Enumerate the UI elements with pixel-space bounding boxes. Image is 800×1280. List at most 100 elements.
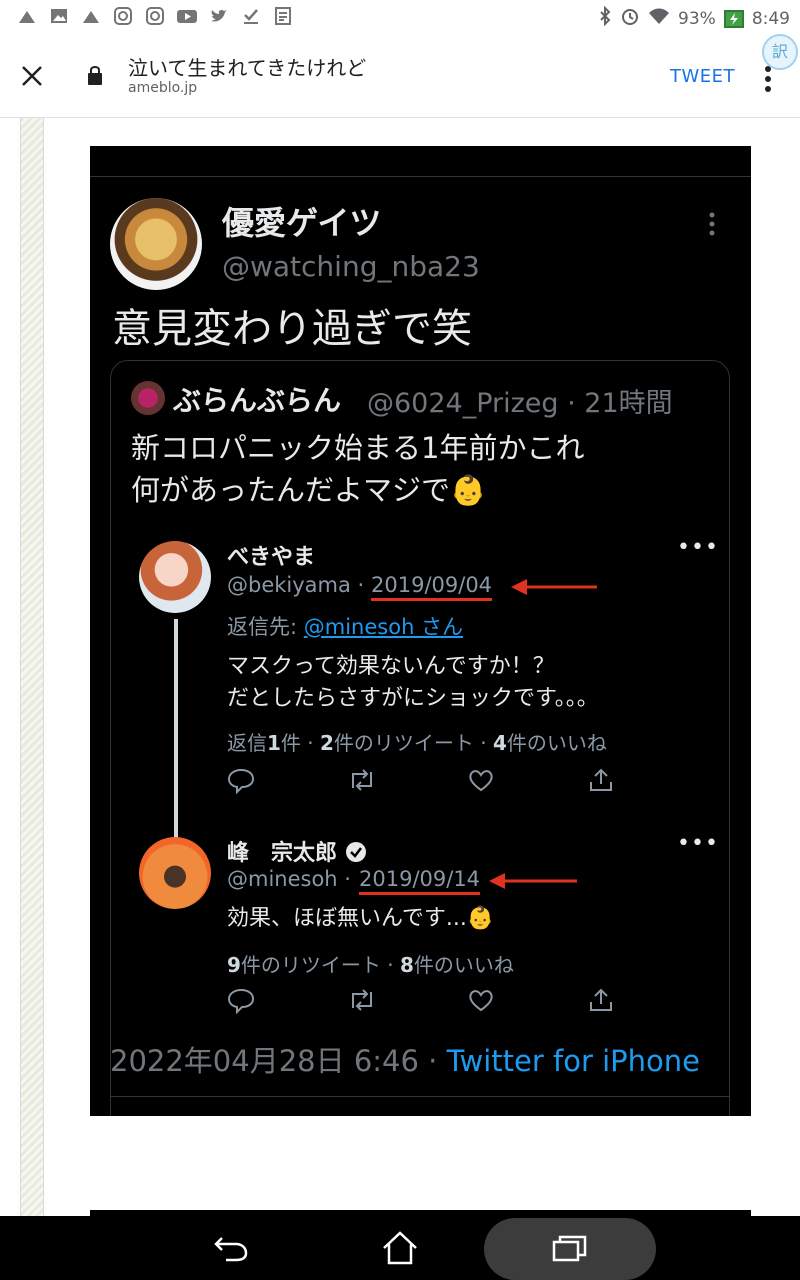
custom-tab-toolbar: 泣いて生まれてきたけれど ameblo.jp TWEET 訳 bbox=[0, 34, 800, 118]
quoted-text: 新コロパニック始まる1年前かこれ 何があったんだよマジで👶 bbox=[131, 427, 584, 511]
system-navigation-bar bbox=[0, 1216, 800, 1280]
page-border-decoration bbox=[20, 118, 44, 1216]
share-button[interactable] bbox=[587, 765, 707, 795]
reply-author-name-text: 峰 宗太郎 bbox=[227, 841, 338, 866]
status-bar: 93% 8:49 bbox=[0, 0, 800, 34]
image-icon bbox=[48, 6, 70, 26]
reply-author-name: べきやま bbox=[227, 545, 316, 570]
reply-icon bbox=[227, 768, 255, 794]
reply-to-label: 返信先: bbox=[227, 615, 304, 639]
quoted-tweet: ぶらんぶらん @6024_Prizeg · 21時間 新コロパニック始まる1年前… bbox=[110, 360, 730, 1116]
retweet-button[interactable] bbox=[347, 765, 467, 795]
reply-to-line: 返信先: @minesoh さん bbox=[227, 611, 463, 641]
verified-badge-icon bbox=[345, 842, 366, 862]
quoted-text-line: 新コロパニック始まる1年前かこれ bbox=[131, 431, 585, 465]
retweet-count: 9 bbox=[227, 953, 241, 977]
like-button[interactable] bbox=[467, 765, 587, 795]
stat-label: 返信 bbox=[227, 731, 267, 755]
alarm-icon bbox=[620, 6, 640, 31]
more-icon: ••• bbox=[677, 831, 719, 856]
back-button[interactable] bbox=[212, 1232, 250, 1264]
reply-stats: 返信1件 · 2件のリツイート · 4件のいいね bbox=[227, 727, 607, 756]
annotation-arrow-icon bbox=[511, 579, 597, 595]
reply-to-link: @minesoh さん bbox=[303, 615, 464, 639]
close-button[interactable] bbox=[18, 62, 46, 90]
annotation-arrow-icon bbox=[489, 873, 577, 889]
retweet-icon bbox=[352, 989, 372, 1011]
reply-button[interactable] bbox=[227, 985, 347, 1015]
like-button[interactable] bbox=[467, 985, 587, 1015]
youtube-icon bbox=[176, 6, 198, 26]
author-name: 優愛ゲイツ bbox=[222, 204, 382, 242]
tweet-timestamp: 2022年04月28日 6:46 · Twitter for iPhone bbox=[110, 1038, 700, 1080]
bluetooth-icon bbox=[598, 5, 612, 31]
tweet-source: Twitter for iPhone bbox=[446, 1044, 701, 1078]
quoted-meta: @6024_Prizeg · 21時間 bbox=[367, 388, 673, 419]
reply-actions bbox=[227, 765, 707, 795]
author-avatar bbox=[110, 198, 202, 290]
close-icon bbox=[22, 66, 42, 86]
reply-text-line: マスクって効果ないんですか！？ bbox=[227, 654, 555, 679]
reply-count: 1 bbox=[267, 731, 281, 755]
notification-icon bbox=[16, 6, 38, 26]
reply-text: 効果、ほぼ無いんです...👶 bbox=[227, 906, 495, 931]
instagram-icon bbox=[144, 6, 166, 26]
tweet-text: 意見変わり過ぎで笑 bbox=[112, 306, 472, 352]
article-icon bbox=[272, 6, 294, 26]
reply-icon bbox=[227, 988, 255, 1014]
notification-icons bbox=[16, 6, 294, 26]
share-icon bbox=[590, 988, 612, 1011]
system-indicators: 93% 8:49 bbox=[598, 5, 790, 31]
reply-actions bbox=[227, 985, 707, 1015]
share-button[interactable] bbox=[587, 985, 707, 1015]
battery-percent: 93% bbox=[678, 8, 716, 29]
recents-button[interactable] bbox=[552, 1234, 588, 1262]
reply-text-line: だとしたらさすがにショックです。。。 bbox=[227, 686, 599, 711]
translate-icon[interactable]: 訳 bbox=[762, 34, 798, 70]
thread-connector bbox=[174, 619, 178, 841]
reply-button[interactable] bbox=[227, 765, 347, 795]
home-button[interactable] bbox=[380, 1228, 420, 1268]
reply-author-name: 峰 宗太郎 bbox=[227, 835, 367, 867]
reply-date: 2019/09/14 bbox=[359, 867, 481, 895]
notification-icon bbox=[80, 6, 102, 26]
retweet-count: 2 bbox=[320, 731, 334, 755]
stat-label: 件のいいね bbox=[506, 731, 607, 755]
quoted-text-line: 何があったんだよマジで👶 bbox=[131, 473, 487, 507]
more-icon: ••• bbox=[677, 535, 719, 560]
reply-author-handle: @minesoh · bbox=[227, 867, 351, 891]
clock: 8:49 bbox=[751, 8, 790, 29]
lock-icon bbox=[86, 64, 104, 86]
tweet-screenshot-image[interactable]: 優愛ゲイツ @watching_nba23 意見変わり過ぎで笑 ぶらんぶらん @… bbox=[90, 146, 751, 1116]
reply-stats: 9件のリツイート · 8件のいいね bbox=[227, 949, 514, 978]
download-icon bbox=[240, 6, 262, 26]
divider bbox=[90, 176, 751, 177]
wifi-icon bbox=[648, 7, 670, 30]
quoted-name: ぶらんぶらん bbox=[173, 384, 342, 417]
like-count: 8 bbox=[400, 953, 414, 977]
heart-icon bbox=[469, 990, 493, 1012]
share-icon bbox=[590, 768, 612, 791]
stat-label: 件のいいね bbox=[413, 953, 514, 977]
stat-label: 件 · bbox=[280, 731, 314, 755]
retweet-button[interactable] bbox=[347, 985, 467, 1015]
page-domain: ameblo.jp bbox=[128, 80, 198, 96]
instagram-icon bbox=[112, 6, 134, 26]
more-vert-icon bbox=[709, 212, 715, 236]
timestamp-text: 2022年04月28日 6:46 · bbox=[110, 1044, 438, 1078]
page-title: 泣いて生まれてきたけれど bbox=[128, 56, 367, 80]
reply-text: マスクって効果ないんですか！？ だとしたらさすがにショックです。。。 bbox=[227, 651, 599, 715]
divider bbox=[110, 1096, 730, 1097]
battery-icon bbox=[723, 9, 744, 28]
heart-icon bbox=[469, 770, 493, 792]
author-handle: @watching_nba23 bbox=[222, 250, 480, 283]
reply-author-handle: @bekiyama · bbox=[227, 573, 365, 597]
quoted-avatar bbox=[131, 381, 165, 415]
home-icon bbox=[383, 1231, 417, 1265]
tweet-button[interactable]: TWEET bbox=[670, 66, 735, 87]
recents-icon bbox=[552, 1235, 587, 1262]
like-count: 4 bbox=[493, 731, 507, 755]
reply-avatar bbox=[139, 541, 211, 613]
reply-date: 2019/09/04 bbox=[371, 573, 493, 601]
reply-avatar bbox=[139, 837, 211, 909]
